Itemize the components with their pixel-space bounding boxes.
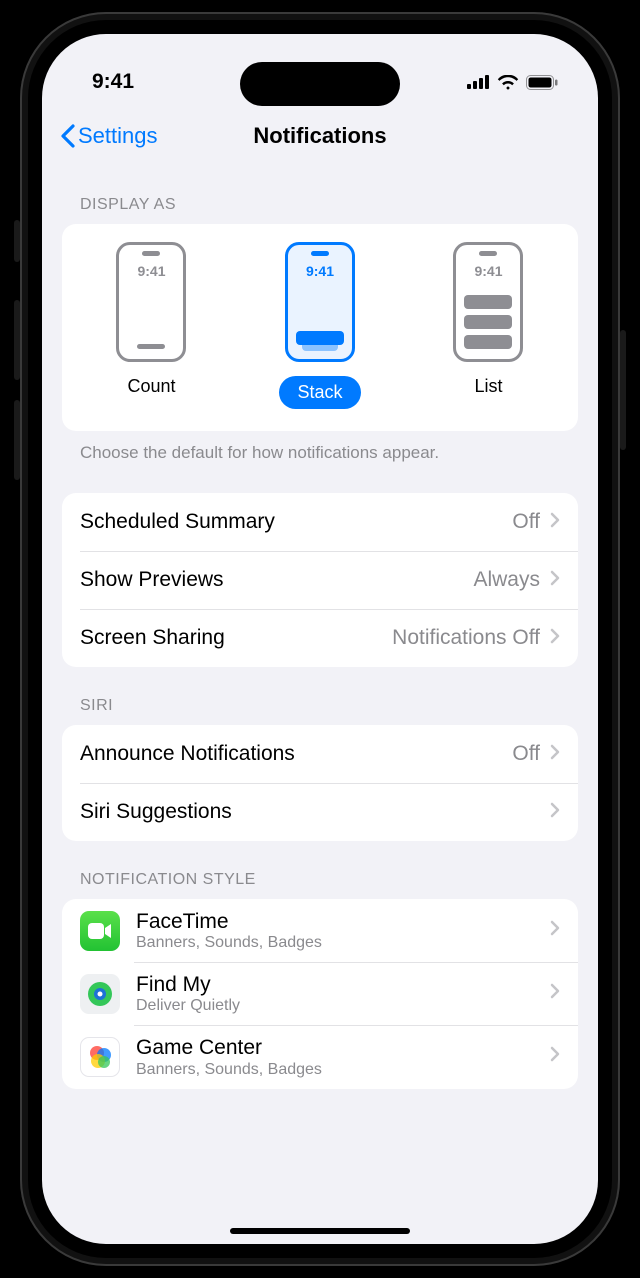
row-scheduled-summary[interactable]: Scheduled Summary Off [62,493,578,551]
screen: 9:41 Settings Notification [42,34,598,1244]
row-label: Show Previews [80,568,473,592]
row-value: Off [512,742,540,766]
side-button [620,330,626,450]
siri-section: Announce Notifications Off Siri Suggesti… [62,725,578,841]
display-as-stack[interactable]: 9:41 Stack [279,242,360,409]
chevron-left-icon [60,124,76,148]
content-scroll[interactable]: DISPLAY AS 9:41 Count 9:41 [42,166,598,1244]
chevron-right-icon [550,920,560,941]
gamecenter-icon [80,1037,120,1077]
app-name: Game Center [136,1035,550,1060]
status-time: 9:41 [92,70,134,94]
row-announce-notifications[interactable]: Announce Notifications Off [62,725,578,783]
row-siri-suggestions[interactable]: Siri Suggestions [62,783,578,841]
display-as-list[interactable]: 9:41 List [453,242,523,409]
app-sub: Deliver Quietly [136,997,550,1015]
row-show-previews[interactable]: Show Previews Always [62,551,578,609]
display-as-stack-label: Stack [279,376,360,409]
display-as-count[interactable]: 9:41 Count [116,242,186,409]
dynamic-island [240,62,400,106]
row-value: Off [512,510,540,534]
style-section: FaceTime Banners, Sounds, Badges Find My… [62,899,578,1089]
section-header-siri: SIRI [62,667,578,725]
general-section: Scheduled Summary Off Show Previews Alwa… [62,493,578,667]
section-header-style: NOTIFICATION STYLE [62,841,578,899]
facetime-icon [80,911,120,951]
nav-bar: Settings Notifications [42,106,598,166]
chevron-right-icon [550,744,560,765]
row-value: Always [473,568,540,592]
count-preview-icon: 9:41 [116,242,186,362]
back-label: Settings [78,123,158,149]
row-screen-sharing[interactable]: Screen Sharing Notifications Off [62,609,578,667]
chevron-right-icon [550,512,560,533]
battery-icon [526,75,558,90]
row-label: Screen Sharing [80,626,392,650]
findmy-icon [80,974,120,1014]
section-header-display-as: DISPLAY AS [62,166,578,224]
app-name: FaceTime [136,909,550,934]
chevron-right-icon [550,983,560,1004]
chevron-right-icon [550,570,560,591]
cellular-icon [467,75,490,89]
display-as-count-label: Count [127,376,175,397]
display-as-card: 9:41 Count 9:41 Stack [62,224,578,431]
row-label: Scheduled Summary [80,510,512,534]
display-as-list-label: List [474,376,502,397]
app-sub: Banners, Sounds, Badges [136,934,550,952]
page-title: Notifications [253,123,386,149]
app-row-findmy[interactable]: Find My Deliver Quietly [62,962,578,1025]
app-row-gamecenter[interactable]: Game Center Banners, Sounds, Badges [62,1025,578,1088]
chevron-right-icon [550,1046,560,1067]
app-row-facetime[interactable]: FaceTime Banners, Sounds, Badges [62,899,578,962]
row-label: Announce Notifications [80,742,512,766]
display-as-footer: Choose the default for how notifications… [62,431,578,467]
stack-preview-icon: 9:41 [285,242,355,362]
wifi-icon [497,75,519,90]
list-preview-icon: 9:41 [453,242,523,362]
chevron-right-icon [550,628,560,649]
chevron-right-icon [550,802,560,823]
back-button[interactable]: Settings [60,123,158,149]
home-indicator[interactable] [230,1228,410,1234]
app-name: Find My [136,972,550,997]
device-frame: 9:41 Settings Notification [20,12,620,1266]
app-sub: Banners, Sounds, Badges [136,1061,550,1079]
row-value: Notifications Off [392,626,540,650]
row-label: Siri Suggestions [80,800,540,824]
